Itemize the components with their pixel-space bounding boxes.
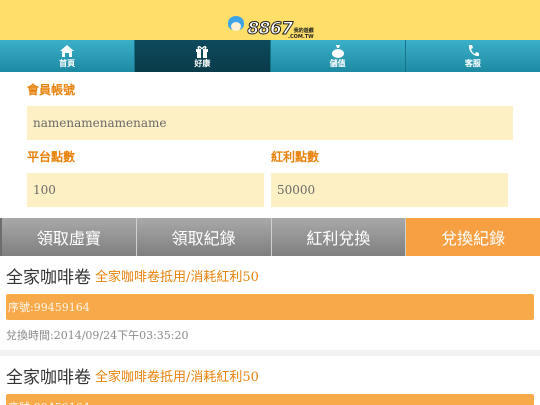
account-label: 會員帳號 [27,83,76,97]
nav-item-deals[interactable]: 好康 [135,40,271,72]
record-title: 全家咖啡卷 [6,267,91,288]
record-description: 全家咖啡卷抵用/消耗紅利50 [95,269,259,285]
nav-label: 好康 [194,58,211,68]
bonus-points-label: 紅利點數 [271,150,320,164]
list-item: 全家咖啡卷 全家咖啡卷抵用/消耗紅利50 序號:99459164 [0,356,540,405]
top-header: 8867 我的遊戲 .COM.TW [0,0,540,40]
tab-exchange-history[interactable]: 兌換紀錄 [406,218,540,256]
list-item: 全家咖啡卷 全家咖啡卷抵用/消耗紅利50 序號:99459164 兌換時間:20… [0,256,540,356]
record-title: 全家咖啡卷 [6,367,91,388]
record-title-row: 全家咖啡卷 全家咖啡卷抵用/消耗紅利50 [6,256,534,294]
nav-item-home[interactable]: 首頁 [0,40,136,72]
tab-claim-history[interactable]: 領取紀錄 [136,218,272,256]
platform-points-field[interactable]: 100 [27,173,264,207]
tab-bonus-exchange[interactable]: 紅利兌換 [271,218,407,256]
record-time: 兌換時間:2014/09/24下午03:35:20 [6,329,189,342]
nav-item-support[interactable]: 客服 [406,40,540,72]
main-nav: 首頁 好康 儲值 客服 [0,40,540,72]
gift-icon [194,44,210,58]
account-field[interactable]: namenamenamename [27,106,513,140]
platform-points-label: 平台點數 [27,150,76,164]
nav-label: 首頁 [59,58,76,68]
nav-item-topup[interactable]: 儲值 [271,40,406,72]
logo-text: 8867 [247,19,294,39]
record-serial: 序號:99459164 [6,294,534,320]
record-title-row: 全家咖啡卷 全家咖啡卷抵用/消耗紅利50 [6,356,534,394]
money-bag-icon [330,44,346,58]
home-icon [59,44,75,58]
logo-domain: .COM.TW [288,34,314,40]
nav-label: 儲值 [329,58,346,68]
tab-claim-items[interactable]: 領取虛寶 [0,218,137,256]
phone-icon [465,44,481,58]
member-info-form: 會員帳號 namenamenamename 平台點數 100 紅利點數 5000… [0,72,540,217]
logo-subtitle: 我的遊戲 [293,28,314,34]
nav-label: 客服 [464,58,481,68]
mascot-icon [226,16,246,38]
tab-bar: 領取虛寶 領取紀錄 紅利兌換 兌換紀錄 [0,218,540,256]
exchange-record-list: 全家咖啡卷 全家咖啡卷抵用/消耗紅利50 序號:99459164 兌換時間:20… [0,256,540,405]
record-description: 全家咖啡卷抵用/消耗紅利50 [95,369,259,385]
bonus-points-field[interactable]: 50000 [271,173,508,207]
site-logo[interactable]: 8867 我的遊戲 .COM.TW [226,2,314,40]
record-serial: 序號:99459164 [6,394,534,405]
